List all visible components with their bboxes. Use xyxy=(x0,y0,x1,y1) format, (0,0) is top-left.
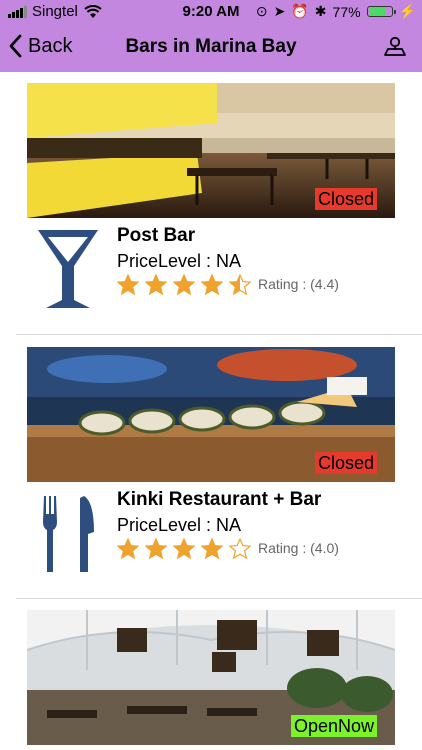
bluetooth-icon: ✱ xyxy=(314,3,327,19)
price-level: PriceLevel : NA xyxy=(117,251,242,271)
divider xyxy=(16,334,422,335)
status-badge: OpenNow xyxy=(290,715,377,737)
bar-name: Kinki Restaurant + Bar xyxy=(117,489,322,510)
battery-icon xyxy=(366,6,396,17)
page-title: Bars in Marina Bay xyxy=(125,36,297,57)
star-icon xyxy=(229,274,251,295)
status-badge: Closed xyxy=(314,452,377,474)
bar-photo: OpenNow xyxy=(27,610,395,745)
battery-percent: 77% xyxy=(332,3,361,20)
map-button[interactable] xyxy=(384,36,406,61)
location-arrow-icon: ➤ xyxy=(273,3,286,19)
star-rating xyxy=(117,274,251,295)
star-icon xyxy=(173,274,195,295)
star-icon xyxy=(117,538,139,559)
star-icon xyxy=(145,274,167,295)
rating-text: Rating : (4.0) xyxy=(258,540,339,556)
star-rating xyxy=(117,538,251,559)
rotation-lock-icon: ⊙ xyxy=(255,3,268,19)
star-icon xyxy=(201,274,223,295)
status-bar: Singtel 9:20 AM ⊙ ➤ ⏰ ✱ 77% ⚡ xyxy=(0,0,422,24)
star-icon xyxy=(201,538,223,559)
fork-knife-icon xyxy=(43,496,94,572)
rating-text: Rating : (4.4) xyxy=(258,276,339,292)
bar-name: Post Bar xyxy=(117,225,196,246)
cocktail-glass-icon xyxy=(38,230,98,308)
bar-list[interactable]: Closed Post Bar PriceLevel : NA Rating :… xyxy=(0,72,422,750)
map-pin-icon xyxy=(384,36,406,56)
star-icon xyxy=(229,538,251,559)
bar-photo: Closed xyxy=(27,347,395,482)
status-badge: Closed xyxy=(314,188,377,210)
star-icon xyxy=(117,274,139,295)
charging-icon: ⚡ xyxy=(398,3,416,19)
navigation-bar: Back Bars in Marina Bay xyxy=(0,24,422,72)
divider xyxy=(16,598,422,599)
star-icon xyxy=(173,538,195,559)
alarm-icon: ⏰ xyxy=(291,3,309,19)
star-icon xyxy=(145,538,167,559)
price-level: PriceLevel : NA xyxy=(117,515,242,535)
bar-photo: Closed xyxy=(27,83,395,218)
